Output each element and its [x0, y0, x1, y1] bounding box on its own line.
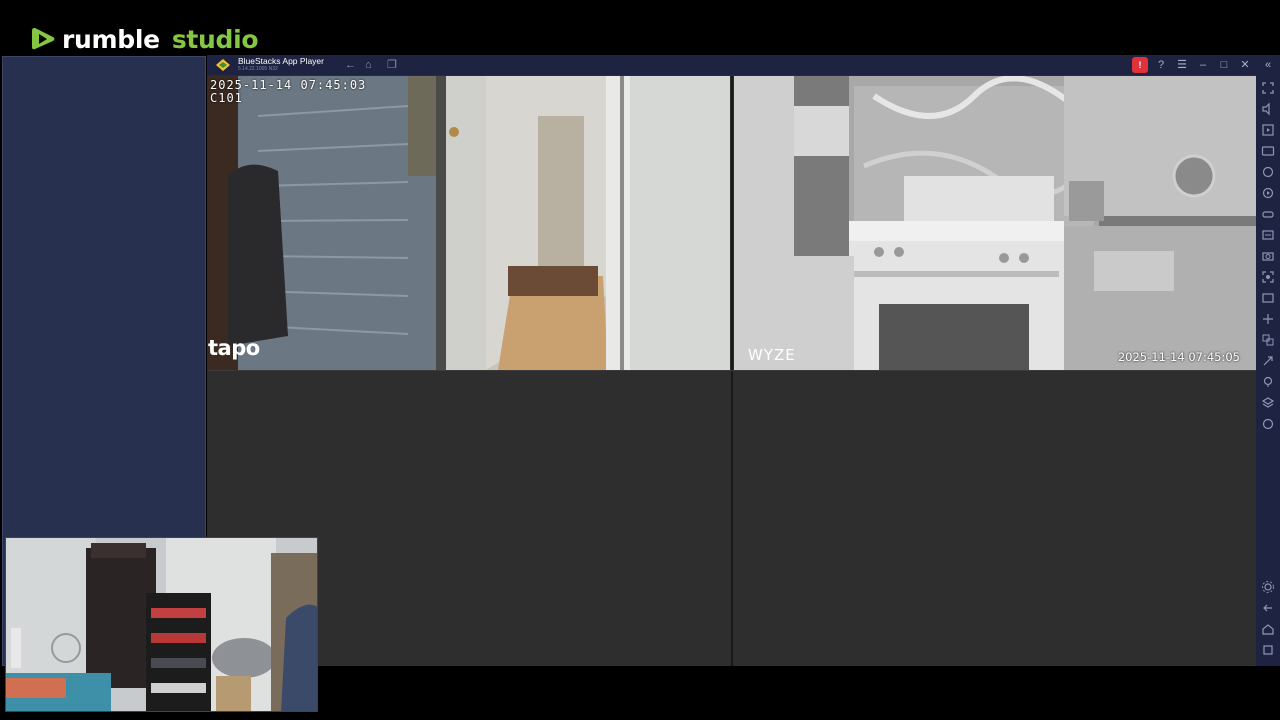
camera-feed-hallway[interactable]: 2025-11-14 07:45:03 C101 tapo: [208, 76, 730, 370]
screenshot-icon[interactable]: [1261, 249, 1275, 263]
sidebar-home-icon[interactable]: [1261, 622, 1275, 636]
camera-timestamp-top-right: 2025-11-14 07:45:05: [1117, 350, 1240, 364]
shake-icon[interactable]: [1261, 375, 1275, 389]
bluestacks-window: BlueStacks App Player 5.14.22.1005 N32 ←…: [207, 55, 1280, 666]
hallway-scene: [208, 76, 730, 370]
layers-icon[interactable]: [1261, 396, 1275, 410]
help-icon[interactable]: ?: [1153, 57, 1169, 73]
media-manager-icon[interactable]: [1261, 123, 1275, 137]
camera-id-label: C101: [210, 91, 243, 105]
grid-vertical-divider: [731, 76, 733, 666]
wyze-brand-watermark: WYZE: [748, 346, 796, 364]
sidebar-recent-icon[interactable]: [1261, 643, 1275, 657]
kitchen-scene: [734, 76, 1256, 370]
bluestacks-sidebar: [1256, 75, 1280, 666]
window-version: 5.14.22.1005 N32: [238, 66, 278, 72]
window-title: BlueStacks App Player: [238, 56, 324, 66]
record-icon[interactable]: [1261, 270, 1275, 284]
fullscreen-icon[interactable]: [1261, 81, 1275, 95]
settings-icon[interactable]: [1261, 580, 1275, 594]
brand-studio-text: studio: [171, 24, 259, 54]
webcam-pip[interactable]: [5, 537, 318, 712]
grid-horizontal-divider: [208, 370, 1256, 371]
sync-icon[interactable]: [1261, 186, 1275, 200]
game-controls-icon[interactable]: [1261, 207, 1275, 221]
menu-icon[interactable]: ☰: [1174, 57, 1190, 73]
refresh-icon[interactable]: [1261, 417, 1275, 431]
minimize-icon[interactable]: –: [1195, 57, 1211, 73]
notification-badge[interactable]: !: [1132, 57, 1148, 73]
bluestacks-titlebar: BlueStacks App Player 5.14.22.1005 N32 ←…: [207, 55, 1280, 75]
rumble-studio-logo: rumble studio: [30, 24, 259, 54]
multi-instance-icon[interactable]: [1261, 333, 1275, 347]
sidebar-back-icon[interactable]: [1261, 601, 1275, 615]
camera-feed-kitchen[interactable]: WYZE 2025-11-14 07:45:05: [734, 76, 1256, 370]
back-arrow-icon[interactable]: ←: [345, 58, 356, 72]
recent-apps-icon[interactable]: ❐: [387, 58, 397, 72]
volume-icon[interactable]: [1261, 102, 1275, 116]
camera-feed-empty-bottom-right[interactable]: [734, 371, 1256, 666]
bedroom-scene: [6, 538, 317, 711]
collapse-sidebar-icon[interactable]: «: [1260, 57, 1276, 73]
gallery-icon[interactable]: [1261, 291, 1275, 305]
macro-icon[interactable]: [1261, 228, 1275, 242]
home-icon[interactable]: ⌂: [365, 58, 372, 72]
rotate-icon[interactable]: [1261, 165, 1275, 179]
location-icon[interactable]: [1261, 312, 1275, 326]
rumble-play-icon: [32, 28, 55, 50]
tapo-brand-watermark: tapo: [208, 336, 260, 360]
keyboard-controls-icon[interactable]: [1261, 144, 1275, 158]
maximize-icon[interactable]: □: [1216, 57, 1232, 73]
brand-rumble-text: rumble: [62, 24, 160, 54]
bluestacks-logo-icon: [216, 59, 230, 71]
close-icon[interactable]: ✕: [1237, 57, 1253, 73]
eco-mode-icon[interactable]: [1261, 354, 1275, 368]
